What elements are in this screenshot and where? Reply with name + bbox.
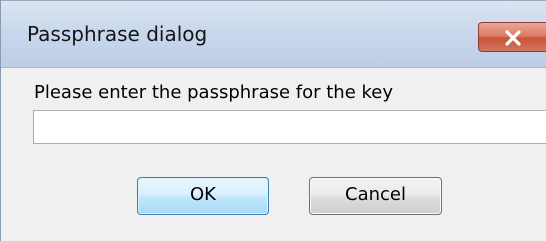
passphrase-prompt-label: Please enter the passphrase for the key [34,82,394,103]
cancel-button[interactable]: Cancel [309,177,442,215]
close-button[interactable] [478,22,546,52]
passphrase-dialog-window: Passphrase dialog Please enter the passp… [0,0,546,241]
passphrase-input[interactable] [33,110,546,144]
dialog-title: Passphrase dialog [27,22,208,46]
close-icon [505,30,521,46]
dialog-body: Please enter the passphrase for the key … [1,68,546,241]
title-bar[interactable]: Passphrase dialog [1,0,546,68]
ok-button[interactable]: OK [137,177,269,215]
